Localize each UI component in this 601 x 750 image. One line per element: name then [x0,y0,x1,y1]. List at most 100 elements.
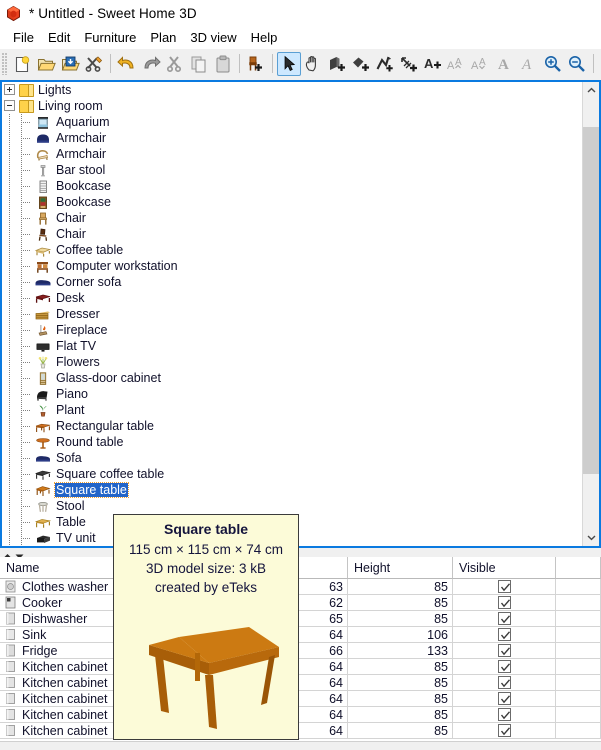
tree-item-armchair-wood[interactable]: Armchair [2,146,582,162]
bold-button[interactable]: A [493,52,517,76]
menu-plan[interactable]: Plan [143,28,183,47]
tree-item-rectangular-table[interactable]: Rectangular table [2,418,582,434]
tree-item-bookcase-white[interactable]: Bookcase [2,178,582,194]
increase-text-size-button[interactable]: A A [445,52,469,76]
menu-help[interactable]: Help [244,28,285,47]
cell-visible[interactable] [453,611,556,627]
tree-item-sofa[interactable]: Sofa [2,450,582,466]
visible-checkbox[interactable] [497,628,511,641]
select-mode-button[interactable] [277,51,301,76]
tree-item-aquarium[interactable]: Aquarium [2,114,582,130]
tree-item-flat-tv[interactable]: Flat TV [2,338,582,354]
create-polyline-button[interactable] [373,52,397,76]
tree-node-lights[interactable]: Lights [2,82,582,98]
table-row[interactable]: Fridge 66 133 [0,643,601,659]
tree-item-stool[interactable]: Stool [2,498,582,514]
menu-edit[interactable]: Edit [41,28,77,47]
tree-node-living-room[interactable]: Living room [2,98,582,114]
tree-item-fireplace[interactable]: Fireplace [2,322,582,338]
collapse-down-button[interactable] [15,549,24,559]
undo-button[interactable] [115,52,139,76]
decrease-text-size-button[interactable]: A A [469,52,493,76]
tree-item-round-table[interactable]: Round table [2,434,582,450]
tree-item-chair-light[interactable]: Chair [2,210,582,226]
create-walls-button[interactable] [325,52,349,76]
split-pane-divider[interactable] [0,548,601,559]
visible-checkbox[interactable] [497,612,511,625]
visible-checkbox[interactable] [497,676,511,689]
zoom-out-button[interactable] [565,52,589,76]
tree-item-armchair-blue[interactable]: Armchair [2,130,582,146]
tree-item-piano[interactable]: Piano [2,386,582,402]
home-furniture-table[interactable]: Name Width Depth Height Visible Clothes … [0,557,601,750]
tree-item-flowers[interactable]: Flowers [2,354,582,370]
add-furniture-button[interactable] [244,52,268,76]
column-header-extra[interactable] [556,557,601,579]
cell-visible[interactable] [453,643,556,659]
tree-item-square-coffee-table[interactable]: Square coffee table [2,466,582,482]
collapse-toggle-living-room[interactable] [2,98,18,114]
table-row[interactable]: Cooker 62 85 [0,595,601,611]
tree-item-square-table[interactable]: Square table [2,482,582,498]
catalog-vertical-scrollbar[interactable] [582,82,599,546]
visible-checkbox[interactable] [497,724,511,737]
tree-item-chair-dark[interactable]: Chair [2,226,582,242]
tree-item-desk[interactable]: Desk [2,290,582,306]
cell-visible[interactable] [453,659,556,675]
cell-visible[interactable] [453,675,556,691]
paste-button[interactable] [211,52,235,76]
table-row[interactable]: Dishwasher 65 85 [0,611,601,627]
expand-toggle-lights[interactable] [2,82,18,98]
preferences-button[interactable] [82,52,106,76]
add-text-button[interactable]: A [421,52,445,76]
new-home-button[interactable] [10,52,34,76]
visible-checkbox[interactable] [497,580,511,593]
create-rooms-button[interactable] [349,52,373,76]
table-row[interactable]: Clothes washer 63 85 [0,579,601,595]
tree-item-plant[interactable]: Plant [2,402,582,418]
tree-item-bookcase-wood[interactable]: Bookcase [2,194,582,210]
copy-button[interactable] [187,52,211,76]
tree-item-dresser[interactable]: Dresser [2,306,582,322]
scrollbar-thumb[interactable] [583,127,599,474]
table-row[interactable]: Kitchen cabinet 64 85 [0,659,601,675]
cut-button[interactable] [163,52,187,76]
visible-checkbox[interactable] [497,596,511,609]
column-header-height[interactable]: Height [348,557,453,579]
cell-visible[interactable] [453,691,556,707]
visible-checkbox[interactable] [497,692,511,705]
visible-checkbox[interactable] [497,644,511,657]
cell-visible[interactable] [453,627,556,643]
tree-item-bar-stool[interactable]: Bar stool [2,162,582,178]
save-button[interactable] [58,52,82,76]
menu-3d-view[interactable]: 3D view [183,28,243,47]
tree-item-computer-workstation[interactable]: Computer workstation [2,258,582,274]
table-row[interactable]: Sink 64 106 [0,627,601,643]
catalog-tree[interactable]: Lights Living room Aquarium Armchair Arm… [2,82,582,546]
menu-furniture[interactable]: Furniture [77,28,143,47]
tree-item-glass-door-cabinet[interactable]: Glass-door cabinet [2,370,582,386]
table-row[interactable]: Kitchen cabinet 64 85 [0,675,601,691]
cell-visible[interactable] [453,707,556,723]
tree-item-corner-sofa[interactable]: Corner sofa [2,274,582,290]
open-button[interactable] [34,52,58,76]
table-row[interactable]: Kitchen cabinet 64 85 [0,691,601,707]
tree-item-coffee-table[interactable]: Coffee table [2,242,582,258]
table-row[interactable]: Kitchen cabinet 60 64 85 [0,723,601,739]
furniture-catalog-panel[interactable]: Lights Living room Aquarium Armchair Arm… [0,80,601,548]
toolbar-drag-handle[interactable] [2,52,8,75]
table-row[interactable]: Kitchen cabinet 64 85 [0,707,601,723]
scroll-up-button[interactable] [583,82,599,99]
visible-checkbox[interactable] [497,708,511,721]
italic-button[interactable]: A [517,52,541,76]
menu-file[interactable]: File [6,28,41,47]
collapse-up-button[interactable] [3,549,12,558]
cell-visible[interactable] [453,595,556,611]
column-header-visible[interactable]: Visible [453,557,556,579]
visible-checkbox[interactable] [497,660,511,673]
cell-visible[interactable] [453,579,556,595]
create-dimension-button[interactable] [397,52,421,76]
redo-button[interactable] [139,52,163,76]
pan-mode-button[interactable] [301,52,325,76]
cell-visible[interactable] [453,723,556,739]
